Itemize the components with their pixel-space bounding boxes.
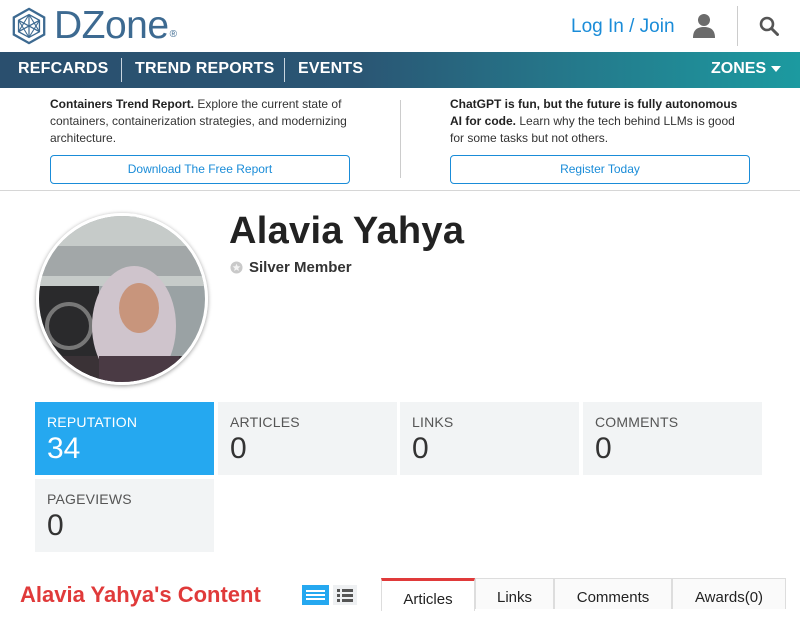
nav-separator — [121, 58, 122, 82]
grid-view-icon — [306, 590, 325, 600]
promo-divider — [400, 100, 401, 178]
stat-label: LINKS — [412, 414, 454, 430]
promo-chatgpt: ChatGPT is fun, but the future is fully … — [450, 96, 750, 147]
stat-value: 0 — [230, 432, 247, 465]
nav-item-events[interactable]: EVENTS — [298, 52, 363, 88]
download-report-button[interactable]: Download The Free Report — [50, 155, 350, 184]
stat-label: REPUTATION — [47, 414, 138, 430]
nav-item-refcards[interactable]: REFCARDS — [18, 52, 109, 88]
list-view-toggle[interactable] — [333, 585, 357, 605]
stat-value: 0 — [47, 509, 64, 542]
content-title: Alavia Yahya's Content — [20, 582, 261, 607]
zones-dropdown[interactable]: ZONES — [711, 52, 782, 88]
top-bar: DZone ® Log In / Join — [0, 0, 800, 52]
nav-separator — [284, 58, 285, 82]
main-nav: REFCARDS TREND REPORTS EVENTS ZONES — [0, 52, 800, 88]
registered-mark: ® — [169, 29, 177, 40]
header-divider — [737, 6, 738, 46]
list-view-icon — [337, 589, 353, 602]
stat-comments[interactable]: COMMENTS 0 — [583, 402, 762, 475]
profile-name: Alavia Yahya — [229, 210, 465, 252]
tab-comments[interactable]: Comments — [554, 578, 672, 609]
caret-down-icon — [771, 65, 782, 72]
zones-label: ZONES — [711, 60, 767, 77]
stat-value: 0 — [595, 432, 612, 465]
register-today-button[interactable]: Register Today — [450, 155, 750, 184]
stat-pageviews[interactable]: PAGEVIEWS 0 — [35, 479, 214, 552]
login-join-link[interactable]: Log In / Join — [571, 16, 675, 38]
dzone-logo[interactable]: DZone ® — [10, 6, 177, 46]
grid-view-toggle[interactable] — [302, 585, 329, 605]
dzone-logo-icon — [12, 7, 46, 45]
stat-label: PAGEVIEWS — [47, 491, 132, 507]
stat-value: 0 — [412, 432, 429, 465]
dzone-logo-text: DZone — [54, 4, 169, 47]
stat-articles[interactable]: ARTICLES 0 — [218, 402, 397, 475]
stat-label: ARTICLES — [230, 414, 300, 430]
tab-articles[interactable]: Articles — [381, 578, 475, 611]
promo-containers: Containers Trend Report. Explore the cur… — [50, 96, 350, 147]
stat-links[interactable]: LINKS 0 — [400, 402, 579, 475]
search-icon[interactable] — [759, 16, 779, 36]
promo-title: Containers Trend Report. — [50, 97, 195, 111]
user-icon[interactable] — [692, 13, 716, 39]
stat-value: 34 — [47, 432, 81, 465]
tab-links[interactable]: Links — [475, 578, 554, 609]
stat-reputation[interactable]: REPUTATION 34 — [35, 402, 214, 475]
avatar — [36, 213, 208, 385]
nav-item-trend-reports[interactable]: TREND REPORTS — [135, 52, 275, 88]
silver-star-icon — [230, 261, 243, 274]
member-level: Silver Member — [249, 259, 352, 276]
section-divider — [0, 190, 800, 191]
tab-awards[interactable]: Awards(0) — [672, 578, 786, 609]
stat-label: COMMENTS — [595, 414, 679, 430]
member-badge: Silver Member — [230, 259, 352, 276]
avatar-photo — [39, 216, 205, 382]
